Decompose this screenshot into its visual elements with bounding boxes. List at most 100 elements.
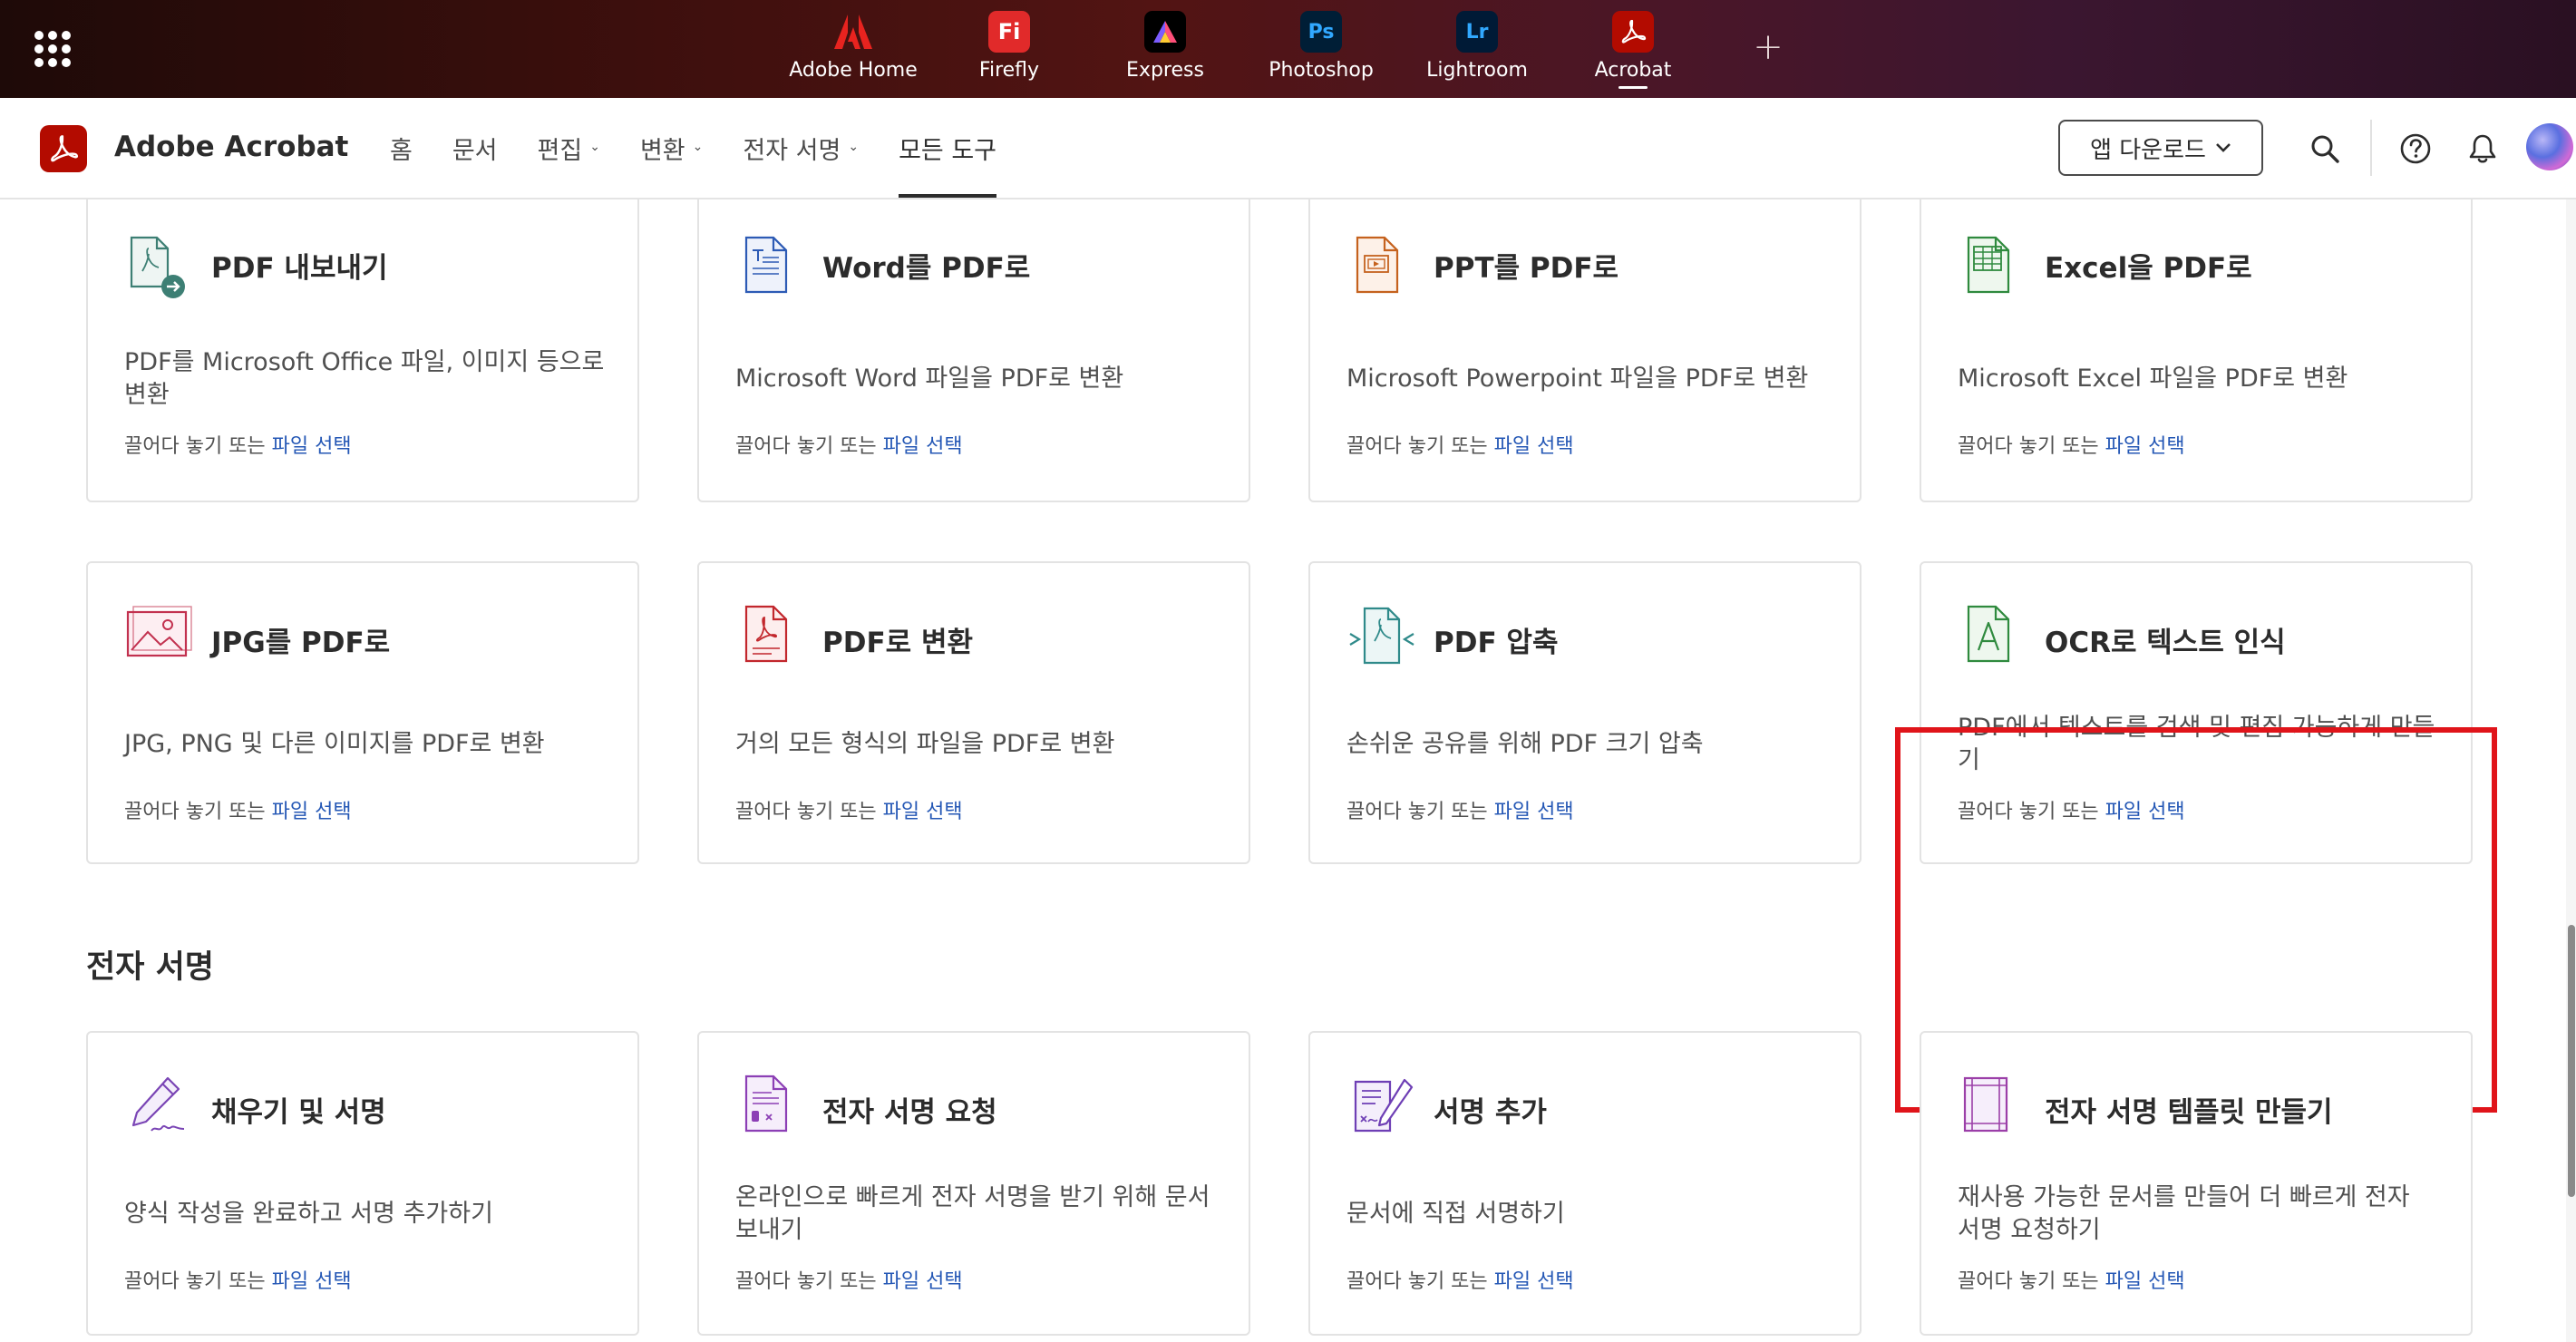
download-app-button[interactable]: 앱 다운로드 [2058,120,2263,176]
pdf-export-icon [130,236,185,298]
card-title: 전자 서명 템플릿 만들기 [2045,1096,2333,1129]
firefly-icon: Fi [988,11,1030,53]
add-signature-icon [1354,1078,1414,1133]
app-photoshop[interactable]: Ps Photoshop [1243,0,1399,98]
ocr-icon [1967,605,2010,663]
drop-text: 끌어다 놓기 또는 [1346,1270,1488,1293]
fill-sign-icon [131,1076,185,1132]
choose-file-link[interactable]: 파일 선택 [2105,435,2185,458]
card-drop-hint: 끌어다 놓기 또는 파일 선택 [124,795,352,824]
main-menu: 홈 문서 편집 ⌄ 변환 ⌄ 전자 서명 ⌄ 모든 도구 [370,98,1016,198]
chevron-down-icon: ⌄ [692,140,704,154]
app-label: Express [1126,59,1204,82]
drop-text: 끌어다 놓기 또는 [735,435,877,458]
scrollbar-thumb[interactable] [2568,925,2575,1197]
esign-template-icon [1963,1076,2008,1133]
acrobat-navbar: Adobe Acrobat 홈 문서 편집 ⌄ 변환 ⌄ 전자 서명 ⌄ 모든 도구 … [0,98,2576,199]
card-title: PDF 압축 [1434,627,1559,659]
tool-card-compress-pdf[interactable]: PDF 압축 손쉬운 공유를 위해 PDF 크기 압축 끌어다 놓기 또는 파일… [1308,561,1862,864]
menu-edit[interactable]: 편집 ⌄ [518,98,620,198]
acrobat-logo-icon[interactable] [40,125,87,172]
tool-card-word-to-pdf[interactable]: Word를 PDF로 Microsoft Word 파일을 PDF로 변환 끌어… [697,199,1250,502]
choose-file-link[interactable]: 파일 선택 [883,1270,963,1293]
drop-text: 끌어다 놓기 또는 [1958,1270,2099,1293]
express-icon [1144,11,1186,53]
choose-file-link[interactable]: 파일 선택 [1494,1270,1574,1293]
search-icon[interactable] [2305,129,2345,169]
app-grid-icon[interactable] [34,31,71,67]
card-drop-hint: 끌어다 놓기 또는 파일 선택 [1958,430,2185,459]
drop-text: 끌어다 놓기 또는 [1958,801,2099,823]
choose-file-link[interactable]: 파일 선택 [2105,801,2185,823]
card-description: 거의 모든 형식의 파일을 PDF로 변환 [735,730,1115,758]
tool-card-esign-template[interactable]: 전자 서명 템플릿 만들기 재사용 가능한 문서를 만들어 더 빠르게 전자 서… [1920,1031,2473,1336]
tool-card-fill-sign[interactable]: 채우기 및 서명 양식 작성을 완료하고 서명 추가하기 끌어다 놓기 또는 파… [86,1031,639,1336]
word-to-pdf-icon [744,236,788,294]
app-express[interactable]: Express [1087,0,1243,98]
all-tools-content: PDF 내보내기 PDF를 Microsoft Office 파일, 이미지 등… [0,199,2576,1342]
app-switcher-bar: Adobe Home Fi Firefly Express Ps Photosh… [0,0,2576,98]
excel-to-pdf-icon [1967,236,2010,294]
tool-card-jpg-to-pdf[interactable]: JPG를 PDF로 JPG, PNG 및 다른 이미지를 PDF로 변환 끌어다… [86,561,639,864]
bell-icon[interactable] [2463,129,2503,169]
choose-file-link[interactable]: 파일 선택 [883,435,963,458]
menu-esign[interactable]: 전자 서명 ⌄ [723,98,879,198]
nav-divider [2370,120,2372,176]
card-drop-hint: 끌어다 놓기 또는 파일 선택 [124,430,352,459]
tool-card-ppt-to-pdf[interactable]: PPT를 PDF로 Microsoft Powerpoint 파일을 PDF로 … [1308,199,1862,502]
app-label: Photoshop [1269,59,1374,82]
choose-file-link[interactable]: 파일 선택 [272,801,352,823]
app-firefly[interactable]: Fi Firefly [931,0,1087,98]
tool-card-request-esign[interactable]: 전자 서명 요청 온라인으로 빠르게 전자 서명을 받기 위해 문서 보내기 끌… [697,1031,1250,1336]
request-esign-icon [744,1075,788,1133]
menu-documents[interactable]: 문서 [433,98,518,198]
create-pdf-icon [744,605,788,663]
menu-label: 모든 도구 [899,136,997,165]
app-lightroom[interactable]: Lr Lightroom [1399,0,1555,98]
drop-text: 끌어다 놓기 또는 [1346,801,1488,823]
choose-file-link[interactable]: 파일 선택 [272,435,352,458]
app-label: Adobe Home [789,59,918,82]
choose-file-link[interactable]: 파일 선택 [883,801,963,823]
tool-card-excel-to-pdf[interactable]: Excel을 PDF로 Microsoft Excel 파일을 PDF로 변환 … [1920,199,2473,502]
choose-file-link[interactable]: 파일 선택 [1494,801,1574,823]
drop-text: 끌어다 놓기 또는 [735,801,877,823]
card-title: Word를 PDF로 [822,252,1031,285]
menu-home[interactable]: 홈 [370,98,433,198]
card-drop-hint: 끌어다 놓기 또는 파일 선택 [1346,795,1574,824]
card-description: PDF를 Microsoft Office 파일, 이미지 등으로 변환 [124,348,605,409]
chevron-down-icon: ⌄ [589,140,600,154]
card-description: 문서에 직접 서명하기 [1346,1200,1565,1228]
help-icon[interactable] [2396,129,2435,169]
card-title: PDF 내보내기 [211,252,388,285]
app-label: Firefly [978,59,1040,82]
avatar[interactable] [2526,123,2573,170]
card-drop-hint: 끌어다 놓기 또는 파일 선택 [1346,430,1574,459]
app-acrobat[interactable]: Acrobat [1555,0,1711,98]
add-app-button[interactable]: + [1746,25,1790,69]
menu-all-tools[interactable]: 모든 도구 [879,98,1016,198]
choose-file-link[interactable]: 파일 선택 [2105,1270,2185,1293]
menu-convert[interactable]: 변환 ⌄ [620,98,723,198]
adobe-logo-icon [832,11,874,53]
app-adobe-home[interactable]: Adobe Home [775,0,931,98]
card-description: Microsoft Powerpoint 파일을 PDF로 변환 [1346,365,1809,393]
card-drop-hint: 끌어다 놓기 또는 파일 선택 [1346,1265,1574,1294]
card-description: Microsoft Word 파일을 PDF로 변환 [735,365,1124,393]
tool-card-pdf-export[interactable]: PDF 내보내기 PDF를 Microsoft Office 파일, 이미지 등… [86,199,639,502]
choose-file-link[interactable]: 파일 선택 [1494,435,1574,458]
tool-card-add-signature[interactable]: 서명 추가 문서에 직접 서명하기 끌어다 놓기 또는 파일 선택 [1308,1031,1862,1336]
drop-text: 끌어다 놓기 또는 [124,1270,266,1293]
card-drop-hint: 끌어다 놓기 또는 파일 선택 [124,1265,352,1294]
section-title-esign: 전자 서명 [86,949,214,986]
lightroom-icon: Lr [1456,11,1498,53]
app-label: Lightroom [1426,59,1528,82]
drop-text: 끌어다 놓기 또는 [1346,435,1488,458]
drop-text: 끌어다 놓기 또는 [1958,435,2099,458]
brand-name[interactable]: Adobe Acrobat [114,131,348,163]
card-description: 손쉬운 공유를 위해 PDF 크기 압축 [1346,730,1704,758]
tool-card-create-pdf[interactable]: PDF로 변환 거의 모든 형식의 파일을 PDF로 변환 끌어다 놓기 또는 … [697,561,1250,864]
menu-label: 전자 서명 [743,136,841,165]
tool-card-ocr[interactable]: OCR로 텍스트 인식 PDF에서 텍스트를 검색 및 편집 가능하게 만들기 … [1920,561,2473,864]
choose-file-link[interactable]: 파일 선택 [272,1270,352,1293]
